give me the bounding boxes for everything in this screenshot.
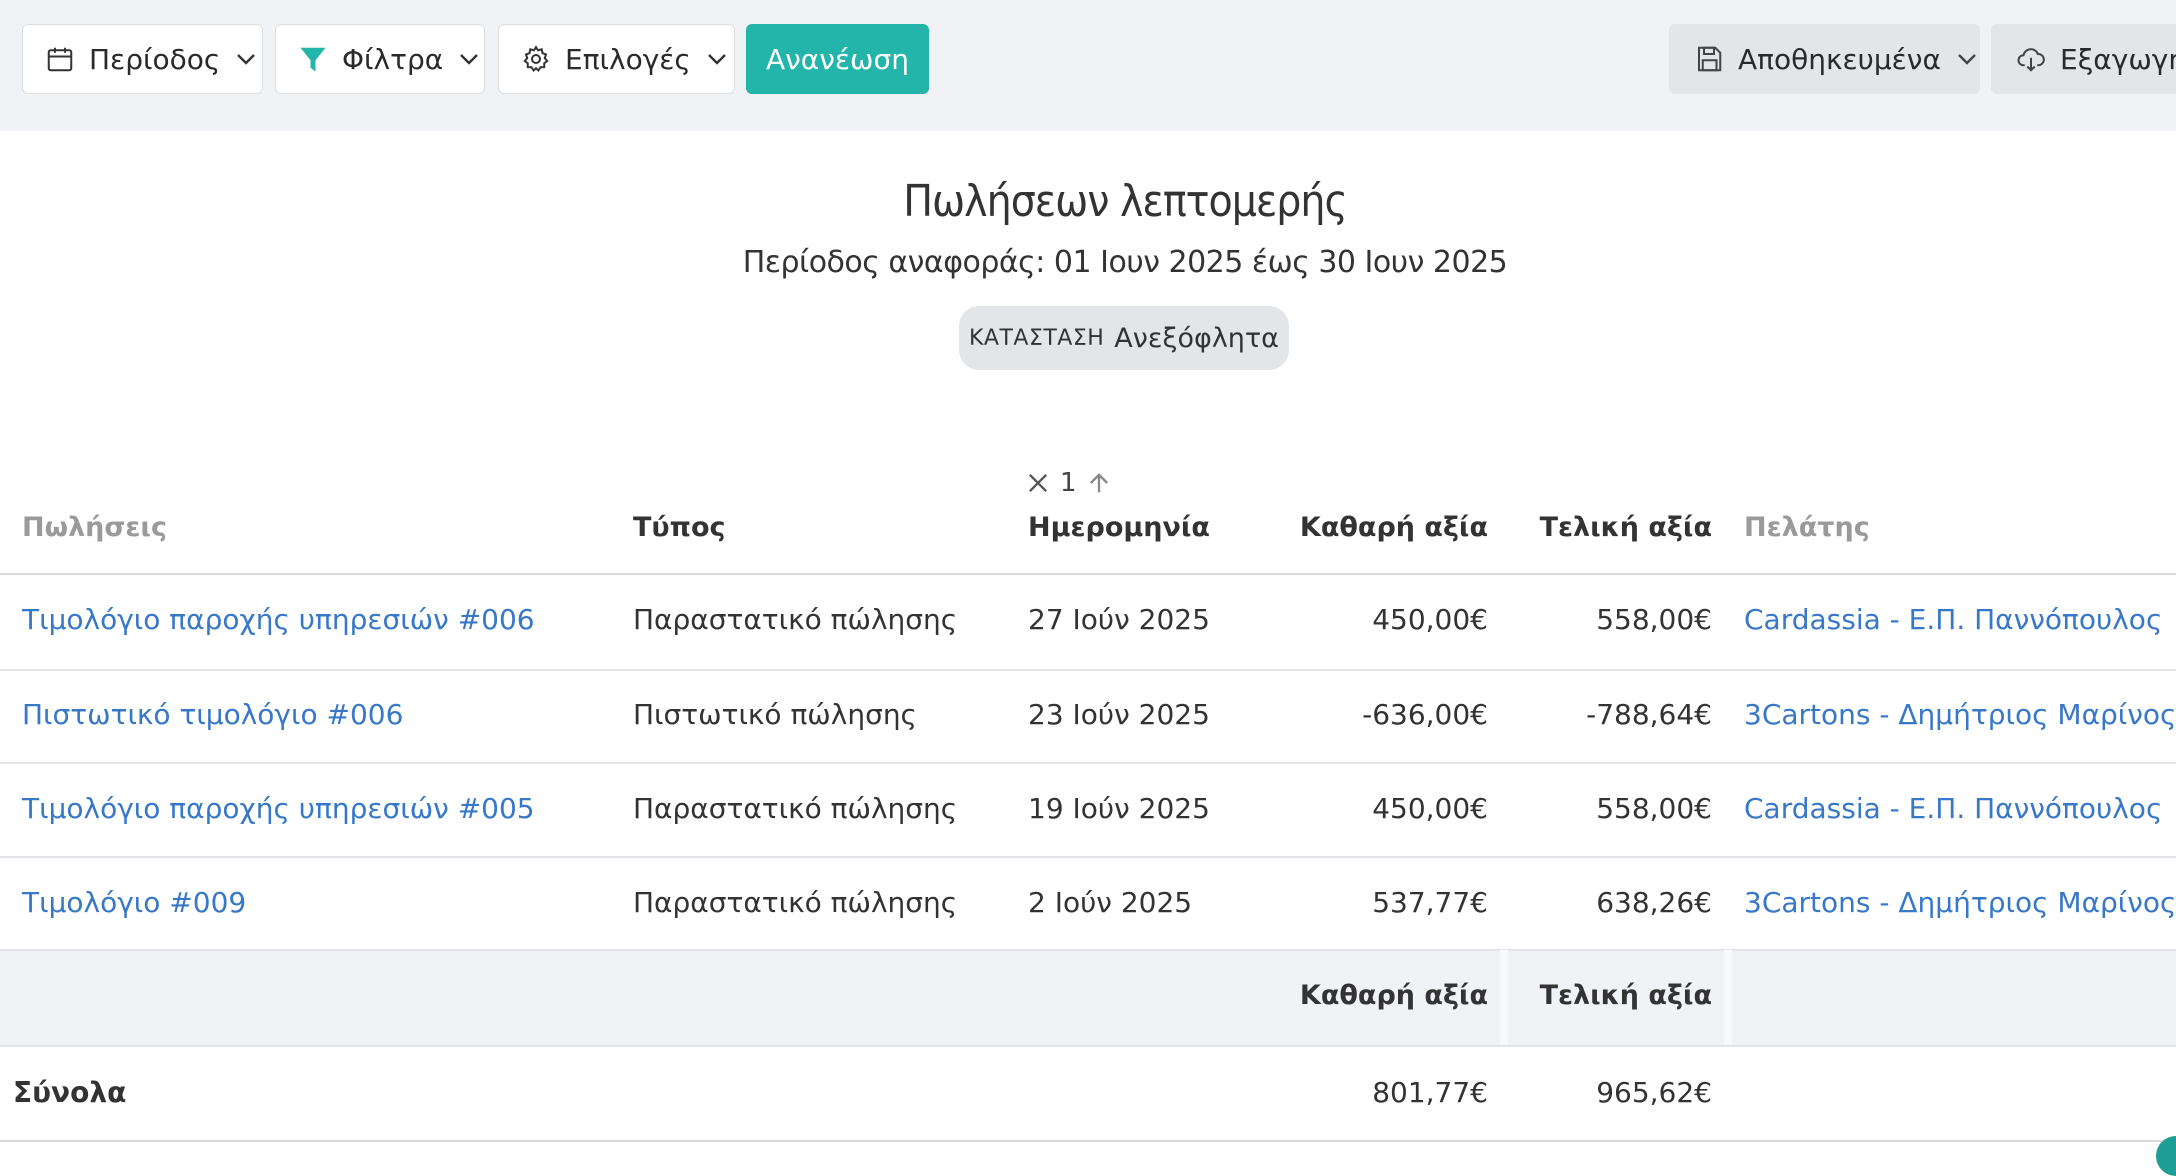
sales-link[interactable]: Τιμολόγιο #009 (22, 886, 246, 919)
net-cell: 450,00€ (1372, 603, 1488, 636)
sort-order: 1 (1060, 468, 1077, 498)
type-cell: Παραστατικό πώλησης (633, 792, 958, 825)
final-cell: 638,26€ (1596, 886, 1712, 919)
report-title: Πωλήσεων λεπτομερής (903, 176, 1347, 227)
arrow-up-icon[interactable] (1085, 469, 1113, 497)
sales-link[interactable]: Πιστωτικό τιμολόγιο #006 (22, 698, 403, 731)
final-cell: 558,00€ (1596, 603, 1712, 636)
summary-column-gap (1724, 950, 1732, 1045)
filters-button[interactable]: Φίλτρα (275, 24, 485, 94)
options-label: Επιλογές (565, 42, 691, 76)
column-header-final[interactable]: Τελική αξία (1500, 512, 1712, 543)
filters-label: Φίλτρα (342, 42, 444, 76)
status-filter-badge[interactable]: ΚΑΤΑΣΤΑΣΗ Ανεξόφλητα (959, 306, 1289, 370)
row-divider (0, 949, 2176, 951)
save-icon (1694, 44, 1724, 74)
sales-link[interactable]: Τιμολόγιο παροχής υπηρεσιών #006 (22, 603, 535, 636)
row-divider (0, 669, 2176, 671)
export-label: Εξαγωγή (2060, 42, 2176, 76)
row-divider (0, 1045, 2176, 1047)
saved-label: Αποθηκευμένα (1738, 42, 1941, 76)
calendar-icon (45, 44, 75, 74)
final-total: 965,62€ (1596, 1076, 1712, 1109)
status-value: Ανεξόφλητα (1114, 322, 1279, 354)
remove-sort-icon[interactable] (1024, 469, 1052, 497)
column-header-net[interactable]: Καθαρή αξία (1250, 512, 1488, 543)
chevron-down-icon (1955, 47, 1979, 71)
saved-button[interactable]: Αποθηκευμένα (1669, 24, 1980, 94)
sales-link[interactable]: Τιμολόγιο παροχής υπηρεσιών #005 (22, 792, 535, 825)
date-cell: 19 Ιούν 2025 (1028, 792, 1210, 825)
toolbar: Περίοδος Φίλτρα Επιλογές Ανανέωση Αποθηκ… (0, 0, 2176, 131)
export-button[interactable]: Εξαγωγή (1991, 24, 2176, 94)
date-cell: 27 Ιούν 2025 (1028, 603, 1210, 636)
column-header-type[interactable]: Τύπος (633, 512, 726, 543)
gear-icon (521, 44, 551, 74)
date-cell: 23 Ιούν 2025 (1028, 698, 1210, 731)
header-divider (0, 573, 2176, 575)
summary-final-header: Τελική αξία (1539, 980, 1712, 1011)
summary-net-header: Καθαρή αξία (1299, 980, 1488, 1011)
period-label: Περίοδος (89, 42, 221, 76)
customer-link[interactable]: Cardassia - Ε.Π. Παννόπουλος (1744, 792, 2162, 825)
refresh-button[interactable]: Ανανέωση (746, 24, 929, 94)
type-cell: Πιστωτικό πώλησης (633, 698, 917, 731)
net-cell: 450,00€ (1372, 792, 1488, 825)
filter-icon (298, 44, 328, 74)
chevron-down-icon (705, 47, 729, 71)
refresh-label: Ανανέωση (766, 42, 909, 76)
sort-indicator: 1 (1024, 468, 1113, 498)
help-button[interactable] (2156, 1136, 2176, 1176)
table-bottom-border (0, 1140, 2176, 1142)
row-divider (0, 856, 2176, 858)
final-cell: -788,64€ (1586, 698, 1712, 731)
cloud-download-icon (2016, 44, 2046, 74)
type-cell: Παραστατικό πώλησης (633, 603, 958, 636)
summary-header-band (0, 950, 2176, 1045)
status-key: ΚΑΤΑΣΤΑΣΗ (969, 325, 1105, 351)
column-header-date[interactable]: Ημερομηνία (1028, 512, 1210, 543)
chevron-down-icon (234, 47, 258, 71)
final-cell: 558,00€ (1596, 792, 1712, 825)
customer-link[interactable]: 3Cartons - Δημήτριος Μαρίνος (1744, 886, 2176, 919)
options-button[interactable]: Επιλογές (498, 24, 735, 94)
report-period: Περίοδος αναφοράς: 01 Ιουν 2025 έως 30 Ι… (742, 245, 1508, 280)
customer-link[interactable]: 3Cartons - Δημήτριος Μαρίνος (1744, 698, 2176, 731)
row-divider (0, 762, 2176, 764)
column-header-sales[interactable]: Πωλήσεις (22, 512, 167, 543)
net-cell: -636,00€ (1362, 698, 1488, 731)
type-cell: Παραστατικό πώλησης (633, 886, 958, 919)
totals-label: Σύνολα (13, 1076, 127, 1109)
chevron-down-icon (457, 47, 481, 71)
column-header-customer[interactable]: Πελάτης (1744, 512, 1870, 543)
net-total: 801,77€ (1372, 1076, 1488, 1109)
net-cell: 537,77€ (1372, 886, 1488, 919)
customer-link[interactable]: Cardassia - Ε.Π. Παννόπουλος (1744, 603, 2162, 636)
period-button[interactable]: Περίοδος (22, 24, 263, 94)
date-cell: 2 Ιούν 2025 (1028, 886, 1193, 919)
